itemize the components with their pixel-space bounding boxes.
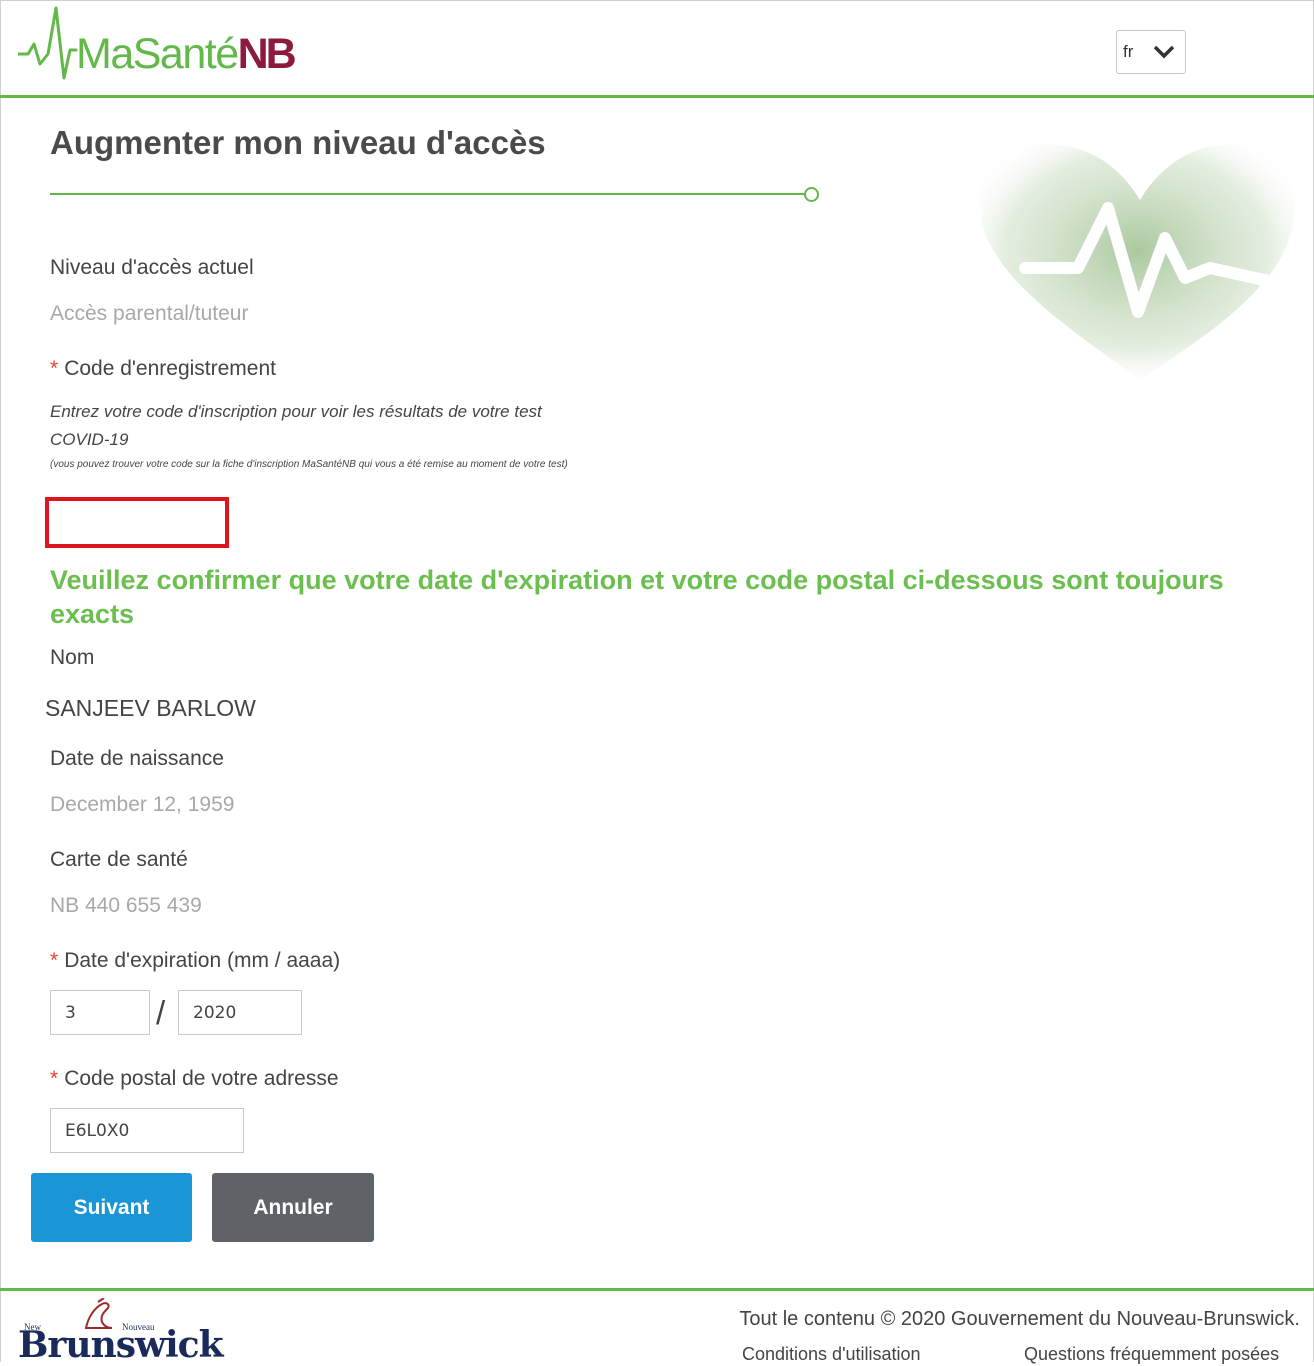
postal-code-label: * Code postal de votre adresse [50, 1067, 339, 1091]
logo-brunswick: Brunswick [18, 1324, 224, 1366]
registration-hint-small: (vous pouvez trouver votre code sur la f… [50, 459, 568, 470]
registration-code-input[interactable] [49, 501, 229, 546]
expiry-label: * Date d'expiration (mm / aaaa) [50, 949, 340, 973]
dob-value: December 12, 1959 [50, 793, 235, 816]
name-label: Nom [50, 646, 95, 669]
confirm-message: Veuillez confirmer que votre date d'expi… [50, 565, 1224, 629]
current-access-label: Niveau d'accès actuel [50, 256, 254, 279]
health-card-value: NB 440 655 439 [50, 894, 202, 917]
heart-heartbeat-icon [979, 144, 1306, 380]
footer-divider [0, 1288, 1314, 1291]
chevron-down-icon [1153, 45, 1175, 59]
registration-code-label: * Code d'enregistrement [50, 357, 276, 381]
cancel-button[interactable]: Annuler [212, 1173, 374, 1242]
registration-code-label-text: Code d'enregistrement [64, 357, 276, 380]
registration-hint-line1: Entrez votre code d'inscription pour voi… [50, 402, 542, 421]
new-brunswick-logo: New Nouveau Brunswick [14, 1296, 224, 1366]
language-value: fr [1123, 42, 1134, 61]
required-marker: * [50, 1067, 59, 1090]
expiry-year-input[interactable] [178, 990, 302, 1035]
terms-of-use-link[interactable]: Conditions d'utilisation [742, 1344, 921, 1365]
footer-copyright: Tout le contenu © 2020 Gouvernement du N… [739, 1308, 1300, 1330]
current-access-value: Accès parental/tuteur [50, 302, 249, 325]
required-marker: * [50, 949, 59, 972]
next-button[interactable]: Suivant [31, 1173, 192, 1242]
progress-step-indicator [804, 187, 819, 202]
language-select[interactable]: fr [1116, 30, 1186, 74]
dob-label: Date de naissance [50, 747, 224, 770]
postal-code-label-text: Code postal de votre adresse [64, 1067, 339, 1090]
required-marker: * [50, 357, 59, 380]
name-value: SANJEEV BARLOW [45, 695, 256, 721]
logo-wordmark: MaSantéNB [76, 30, 297, 78]
expiry-month-input[interactable] [50, 990, 150, 1035]
masantenb-logo[interactable]: MaSantéNB [18, 6, 297, 86]
health-card-label: Carte de santé [50, 848, 188, 871]
postal-code-input[interactable] [50, 1108, 244, 1153]
page-title: Augmenter mon niveau d'accès [50, 124, 546, 161]
progress-line [50, 193, 806, 195]
expiry-label-text: Date d'expiration (mm / aaaa) [64, 949, 341, 972]
registration-hint: Entrez votre code d'inscription pour voi… [50, 398, 620, 454]
faq-link[interactable]: Questions fréquemment posées [1024, 1344, 1279, 1365]
expiry-separator: / [156, 994, 166, 1031]
header-divider [0, 95, 1314, 98]
registration-code-input-highlight[interactable] [45, 497, 229, 548]
registration-hint-line2: COVID-19 [50, 430, 129, 449]
